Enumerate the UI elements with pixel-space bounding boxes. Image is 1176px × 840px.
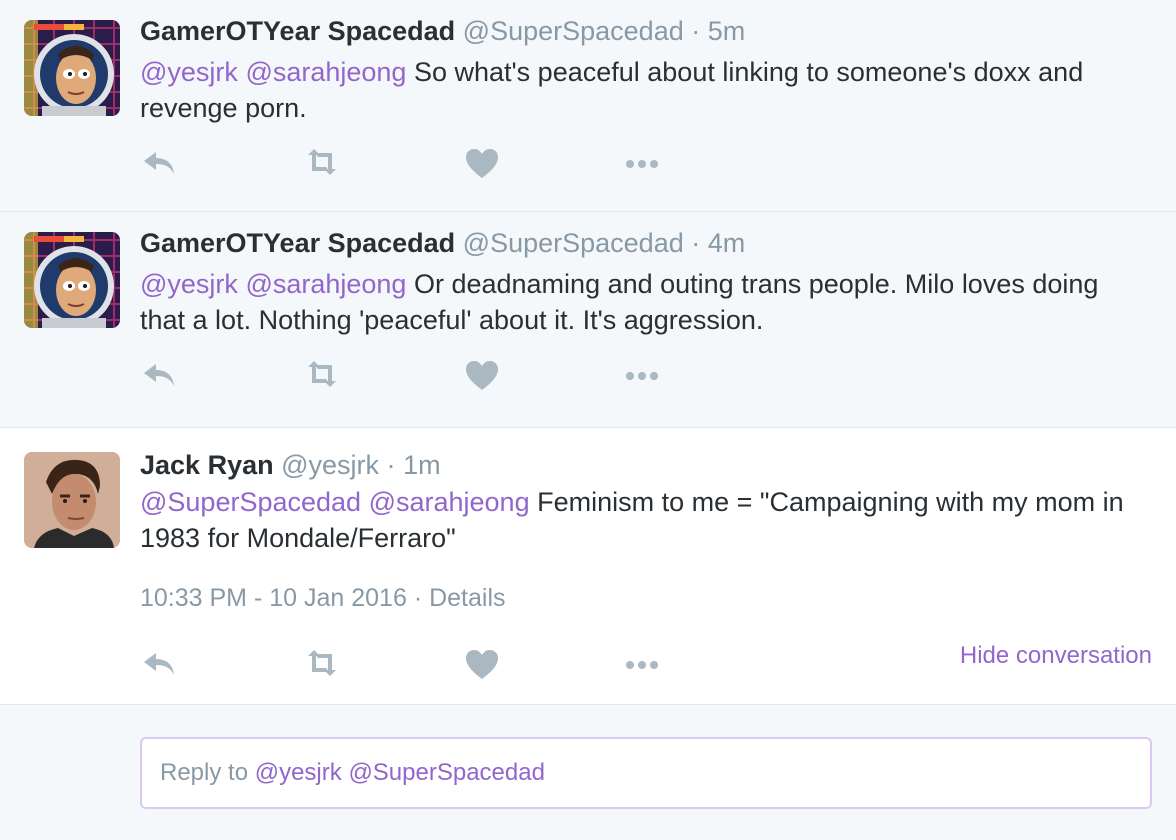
- author-handle[interactable]: @SuperSpacedad: [463, 228, 684, 258]
- tweet-text: @yesjrk @sarahjeong Or deadnaming and ou…: [140, 266, 1150, 338]
- reply-button[interactable]: [140, 144, 180, 184]
- retweet-icon: [308, 361, 336, 387]
- reply-button[interactable]: [140, 645, 180, 685]
- heart-icon: [466, 361, 498, 390]
- astronaut-avatar-icon: [24, 232, 120, 328]
- reply-mention: @yesjrk: [254, 759, 342, 786]
- retweet-button[interactable]: [302, 356, 342, 396]
- author-name[interactable]: GamerOTYear Spacedad: [140, 228, 455, 258]
- retweet-button[interactable]: [302, 144, 342, 184]
- details-link[interactable]: Details: [429, 584, 505, 612]
- tweet-header: GamerOTYear Spacedad @SuperSpacedad · 5m: [140, 16, 745, 47]
- retweet-icon: [308, 650, 336, 676]
- separator: ·: [413, 584, 423, 612]
- tweet[interactable]: GamerOTYear Spacedad @SuperSpacedad · 5m…: [0, 0, 1176, 212]
- hide-conversation-link[interactable]: Hide conversation: [960, 642, 1152, 670]
- more-button[interactable]: [622, 356, 662, 396]
- tweet[interactable]: GamerOTYear Spacedad @SuperSpacedad · 4m…: [0, 212, 1176, 428]
- more-button[interactable]: [622, 144, 662, 184]
- mention-link[interactable]: @yesjrk: [140, 269, 238, 299]
- retweet-button[interactable]: [302, 645, 342, 685]
- like-button[interactable]: [462, 356, 502, 396]
- author-handle[interactable]: @yesjrk: [281, 450, 379, 480]
- like-button[interactable]: [462, 144, 502, 184]
- full-timestamp[interactable]: 10:33 PM - 10 Jan 2016: [140, 584, 407, 612]
- reply-area: Reply to @yesjrk @SuperSpacedad: [0, 705, 1176, 840]
- mention-link[interactable]: @sarahjeong: [245, 57, 406, 87]
- reply-icon: [144, 653, 174, 675]
- timestamp[interactable]: 1m: [403, 450, 441, 480]
- reply-prefix: Reply to: [160, 759, 255, 786]
- author-handle[interactable]: @SuperSpacedad: [463, 16, 684, 46]
- timestamp[interactable]: 5m: [708, 16, 746, 46]
- avatar[interactable]: [24, 452, 120, 548]
- reply-icon: [144, 364, 174, 386]
- mention-link[interactable]: @sarahjeong: [369, 487, 530, 517]
- tweet-text: @yesjrk @sarahjeong So what's peaceful a…: [140, 54, 1150, 126]
- reply-button[interactable]: [140, 356, 180, 396]
- retweet-icon: [308, 149, 336, 175]
- reply-mention: @SuperSpacedad: [348, 759, 545, 786]
- avatar[interactable]: [24, 232, 120, 328]
- separator: ·: [386, 450, 396, 480]
- tweet-meta: 10:33 PM - 10 Jan 2016 · Details: [140, 584, 506, 613]
- author-name[interactable]: Jack Ryan: [140, 450, 274, 480]
- tweet-text: @SuperSpacedad @sarahjeong Feminism to m…: [140, 484, 1150, 556]
- tweet-header: GamerOTYear Spacedad @SuperSpacedad · 4m: [140, 228, 745, 259]
- more-button[interactable]: [622, 645, 662, 685]
- more-icon: [626, 160, 658, 168]
- avatar[interactable]: [24, 20, 120, 116]
- tweet-actions: [140, 645, 700, 685]
- author-name[interactable]: GamerOTYear Spacedad: [140, 16, 455, 46]
- separator: ·: [691, 16, 701, 46]
- reply-input[interactable]: Reply to @yesjrk @SuperSpacedad: [140, 737, 1152, 809]
- tweet-actions: [140, 356, 700, 396]
- timestamp[interactable]: 4m: [708, 228, 746, 258]
- mention-link[interactable]: @yesjrk: [140, 57, 238, 87]
- like-button[interactable]: [462, 645, 502, 685]
- tweet-header: Jack Ryan @yesjrk · 1m: [140, 450, 441, 481]
- heart-icon: [466, 149, 498, 178]
- mention-link[interactable]: @SuperSpacedad: [140, 487, 361, 517]
- astronaut-avatar-icon: [24, 20, 120, 116]
- separator: ·: [691, 228, 701, 258]
- user-photo-avatar-icon: [24, 452, 120, 548]
- more-icon: [626, 661, 658, 669]
- reply-icon: [144, 152, 174, 174]
- more-icon: [626, 372, 658, 380]
- focused-tweet[interactable]: Jack Ryan @yesjrk · 1m @SuperSpacedad @s…: [0, 428, 1176, 705]
- mention-link[interactable]: @sarahjeong: [245, 269, 406, 299]
- tweet-actions: [140, 144, 700, 184]
- heart-icon: [466, 650, 498, 679]
